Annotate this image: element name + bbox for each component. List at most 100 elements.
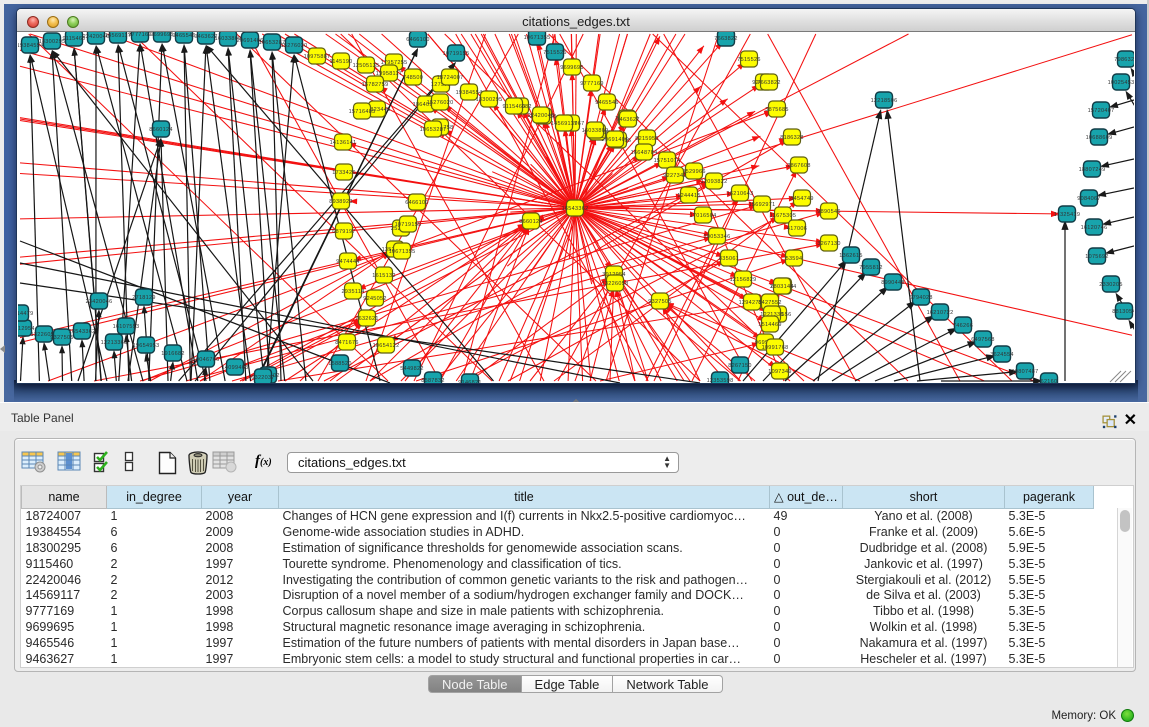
svg-text:10975887: 10975887 bbox=[304, 54, 331, 60]
svg-text:12213363: 12213363 bbox=[101, 340, 128, 346]
svg-text:9245052: 9245052 bbox=[363, 296, 387, 302]
svg-text:3875685: 3875685 bbox=[765, 107, 789, 113]
svg-text:10025453: 10025453 bbox=[1108, 80, 1134, 86]
svg-text:10653287: 10653287 bbox=[420, 127, 447, 133]
svg-text:1244415: 1244415 bbox=[677, 193, 701, 199]
svg-text:16543362: 16543362 bbox=[562, 206, 589, 212]
svg-text:11325419: 11325419 bbox=[1054, 212, 1080, 218]
svg-text:2718129: 2718129 bbox=[132, 295, 156, 301]
svg-text:62160: 62160 bbox=[1041, 379, 1058, 383]
svg-text:23420046: 23420046 bbox=[86, 299, 113, 305]
svg-text:9890546: 9890546 bbox=[817, 209, 841, 215]
svg-text:12353598: 12353598 bbox=[707, 378, 734, 383]
svg-text:1588520: 1588520 bbox=[328, 361, 352, 367]
svg-text:6497568: 6497568 bbox=[971, 337, 995, 343]
svg-text:2935114: 2935114 bbox=[341, 289, 364, 295]
svg-text:22420046: 22420046 bbox=[528, 113, 555, 119]
svg-text:9327505: 9327505 bbox=[648, 299, 672, 305]
svg-text:1916682: 1916682 bbox=[161, 351, 185, 357]
svg-text:16107553: 16107553 bbox=[113, 324, 140, 330]
svg-text:8938923: 8938923 bbox=[329, 199, 353, 205]
svg-text:16210722: 16210722 bbox=[927, 310, 954, 316]
svg-text:18300295: 18300295 bbox=[476, 97, 503, 103]
svg-text:10654122: 10654122 bbox=[373, 343, 400, 349]
svg-text:835061: 835061 bbox=[719, 256, 739, 262]
svg-text:20691406: 20691406 bbox=[602, 137, 629, 143]
svg-text:9699695: 9699695 bbox=[560, 65, 584, 71]
svg-text:7515526: 7515526 bbox=[737, 57, 761, 63]
svg-text:9465546: 9465546 bbox=[172, 33, 196, 39]
svg-text:9465546: 9465546 bbox=[595, 100, 619, 106]
svg-text:2330205: 2330205 bbox=[1099, 282, 1123, 288]
svg-text:6466100: 6466100 bbox=[405, 200, 429, 206]
svg-text:9463627: 9463627 bbox=[616, 117, 640, 123]
svg-text:15692971: 15692971 bbox=[749, 202, 776, 208]
svg-text:12218506: 12218506 bbox=[871, 98, 898, 104]
svg-text:746266: 746266 bbox=[953, 323, 973, 329]
svg-text:10688609: 10688609 bbox=[1086, 135, 1113, 141]
svg-text:9084067: 9084067 bbox=[1077, 196, 1101, 202]
svg-text:2803144: 2803144 bbox=[770, 284, 794, 290]
svg-text:7663822: 7663822 bbox=[757, 80, 781, 86]
svg-text:10991768: 10991768 bbox=[762, 345, 789, 351]
svg-text:18724007: 18724007 bbox=[437, 75, 464, 81]
svg-text:10671355: 10671355 bbox=[389, 249, 416, 255]
svg-text:417006: 417006 bbox=[787, 226, 807, 232]
svg-text:8427552: 8427552 bbox=[758, 300, 782, 306]
svg-text:7663822: 7663822 bbox=[714, 36, 738, 42]
svg-text:1145190: 1145190 bbox=[329, 59, 352, 65]
svg-text:17016504: 17016504 bbox=[690, 213, 717, 219]
svg-text:6466100: 6466100 bbox=[406, 37, 430, 43]
svg-text:20053346: 20053346 bbox=[704, 234, 731, 240]
svg-text:1097349: 1097349 bbox=[768, 369, 792, 375]
svg-text:1514469: 1514469 bbox=[758, 322, 782, 328]
svg-text:15276020: 15276020 bbox=[427, 100, 454, 106]
svg-text:15751074: 15751074 bbox=[654, 158, 681, 164]
svg-text:11675305: 11675305 bbox=[770, 213, 796, 219]
svg-text:7955812: 7955812 bbox=[859, 265, 883, 271]
svg-text:8990448: 8990448 bbox=[881, 280, 905, 286]
svg-text:15720407: 15720407 bbox=[1088, 108, 1115, 114]
svg-text:8471676: 8471676 bbox=[335, 340, 359, 346]
svg-text:16914479: 16914479 bbox=[18, 311, 33, 317]
svg-text:9699695: 9699695 bbox=[150, 32, 174, 38]
svg-text:14569117: 14569117 bbox=[551, 121, 577, 127]
svg-text:6879197: 6879197 bbox=[332, 229, 356, 235]
svg-text:1733426: 1733426 bbox=[332, 170, 356, 176]
svg-text:8813054: 8813054 bbox=[1112, 309, 1134, 315]
svg-text:7515526: 7515526 bbox=[543, 50, 567, 56]
svg-text:8660124: 8660124 bbox=[149, 127, 173, 133]
svg-text:14136141: 14136141 bbox=[330, 140, 357, 146]
svg-text:3267130: 3267130 bbox=[817, 241, 841, 247]
svg-text:1075692: 1075692 bbox=[1085, 254, 1109, 260]
svg-text:9227342: 9227342 bbox=[663, 173, 687, 179]
svg-text:19654953: 19654953 bbox=[133, 343, 160, 349]
svg-text:10719155: 10719155 bbox=[395, 222, 422, 228]
svg-text:8267150: 8267150 bbox=[728, 363, 752, 369]
svg-text:10046766: 10046766 bbox=[193, 357, 220, 363]
svg-text:14099463: 14099463 bbox=[222, 365, 249, 371]
svg-text:8215955: 8215955 bbox=[635, 136, 659, 142]
svg-text:1362615: 1362615 bbox=[839, 253, 863, 259]
svg-text:9777169: 9777169 bbox=[580, 81, 604, 87]
svg-text:10719155: 10719155 bbox=[443, 51, 470, 57]
svg-text:53594: 53594 bbox=[786, 256, 803, 262]
svg-text:8454749: 8454749 bbox=[790, 196, 814, 202]
svg-text:18300295: 18300295 bbox=[39, 39, 66, 45]
svg-text:6794028: 6794028 bbox=[909, 295, 933, 301]
svg-text:1615132: 1615132 bbox=[372, 273, 396, 279]
svg-text:9115460: 9115460 bbox=[502, 104, 525, 110]
svg-text:16033809: 16033809 bbox=[582, 128, 609, 134]
svg-text:12505135: 12505135 bbox=[353, 63, 380, 69]
svg-text:7986322: 7986322 bbox=[1114, 57, 1134, 63]
svg-text:8660124: 8660124 bbox=[519, 219, 543, 225]
svg-text:8587832: 8587832 bbox=[421, 378, 445, 383]
svg-text:15716485: 15716485 bbox=[349, 109, 376, 115]
svg-text:10807487: 10807487 bbox=[1012, 369, 1039, 375]
svg-text:9327505: 9327505 bbox=[50, 335, 74, 341]
svg-text:12156829: 12156829 bbox=[730, 277, 757, 283]
svg-text:18807249: 18807249 bbox=[1079, 167, 1106, 173]
svg-text:9777169: 9777169 bbox=[128, 32, 152, 38]
svg-text:6322037: 6322037 bbox=[251, 375, 275, 381]
svg-text:16120746: 16120746 bbox=[1081, 225, 1108, 231]
